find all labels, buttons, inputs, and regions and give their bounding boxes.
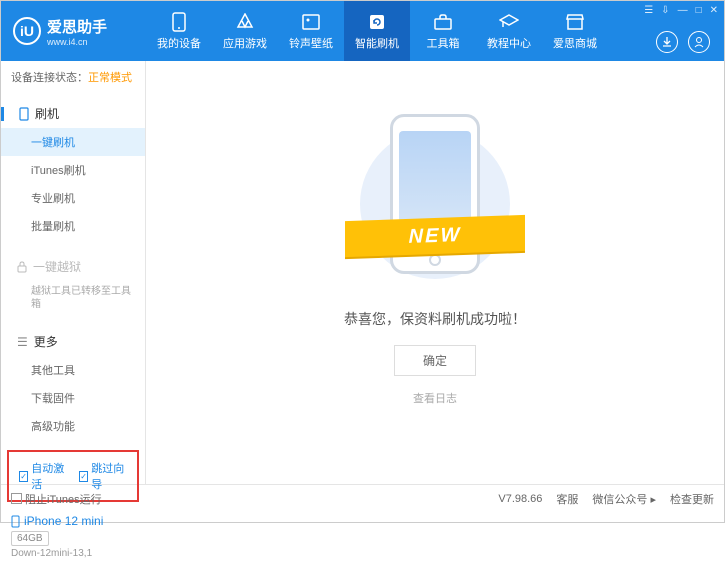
logo-area: iU 爱思助手 www.i4.cn — [1, 16, 146, 47]
sidebar-item-oneclick[interactable]: 一键刷机 — [1, 128, 145, 156]
app-logo-icon: iU — [13, 17, 41, 45]
user-button[interactable] — [688, 31, 710, 53]
refresh-icon — [367, 12, 387, 32]
app-name: 爱思助手 — [47, 16, 107, 37]
close-icon[interactable]: ✕ — [710, 5, 718, 16]
auto-activate-checkbox[interactable]: ✓自动激活 — [19, 460, 67, 492]
wechat-link[interactable]: 微信公众号 ▸ — [592, 491, 656, 507]
sidebar-more-title[interactable]: ☰ 更多 — [1, 327, 145, 356]
apps-icon — [235, 12, 255, 32]
toolbox-icon — [433, 12, 453, 32]
graduation-icon — [499, 12, 519, 32]
app-url: www.i4.cn — [47, 37, 107, 47]
nav-flash[interactable]: 智能刷机 — [344, 1, 410, 61]
maximize-icon[interactable]: □ — [696, 5, 702, 16]
success-message: 恭喜您，保资料刷机成功啦！ — [344, 309, 526, 329]
menu-small-icon: ☰ — [17, 335, 28, 349]
sidebar-flash-title[interactable]: 刷机 — [1, 99, 145, 128]
sidebar-item-advanced[interactable]: 高级功能 — [1, 412, 145, 440]
device-icon — [11, 515, 20, 528]
menu-icon[interactable]: ☰ — [644, 5, 653, 16]
sidebar-item-pro[interactable]: 专业刷机 — [1, 184, 145, 212]
support-link[interactable]: 客服 — [556, 491, 578, 507]
phone-illustration: NEW — [365, 109, 505, 289]
phone-icon — [169, 12, 189, 32]
lock-icon[interactable]: ⇩ — [661, 5, 669, 16]
sidebar-item-itunes[interactable]: iTunes刷机 — [1, 156, 145, 184]
nav-ringtones[interactable]: 铃声壁纸 — [278, 1, 344, 61]
device-info: iPhone 12 mini 64GB Down-12mini-13,1 — [1, 506, 145, 567]
device-storage: 64GB — [11, 531, 49, 546]
nav-tutorials[interactable]: 教程中心 — [476, 1, 542, 61]
header-actions — [656, 31, 710, 53]
nav-apps[interactable]: 应用游戏 — [212, 1, 278, 61]
minimize-icon[interactable]: — — [678, 5, 688, 16]
device-model: Down-12mini-13,1 — [11, 548, 135, 559]
new-ribbon: NEW — [345, 215, 525, 257]
jailbreak-note: 越狱工具已转移至工具箱 — [1, 281, 145, 315]
sidebar-item-batch[interactable]: 批量刷机 — [1, 212, 145, 240]
device-name[interactable]: iPhone 12 mini — [11, 514, 135, 528]
title-bar: iU 爱思助手 www.i4.cn 我的设备 应用游戏 铃声壁纸 智能刷机 工具… — [1, 1, 724, 61]
main-nav: 我的设备 应用游戏 铃声壁纸 智能刷机 工具箱 教程中心 爱思商城 — [146, 1, 608, 61]
store-icon — [565, 12, 585, 32]
version-label: V7.98.66 — [498, 493, 542, 505]
lock-small-icon — [17, 261, 27, 273]
update-link[interactable]: 检查更新 — [670, 491, 714, 507]
sidebar: 设备连接状态：正常模式 刷机 一键刷机 iTunes刷机 专业刷机 批量刷机 一… — [1, 61, 146, 484]
sidebar-item-firmware[interactable]: 下载固件 — [1, 384, 145, 412]
wallpaper-icon — [301, 12, 321, 32]
sidebar-item-other[interactable]: 其他工具 — [1, 356, 145, 384]
main-content: NEW 恭喜您，保资料刷机成功啦！ 确定 查看日志 — [146, 61, 724, 484]
sidebar-jailbreak-title[interactable]: 一键越狱 — [1, 252, 145, 281]
nav-my-device[interactable]: 我的设备 — [146, 1, 212, 61]
block-itunes-checkbox[interactable]: 阻止iTunes运行 — [11, 491, 102, 507]
nav-toolbox[interactable]: 工具箱 — [410, 1, 476, 61]
download-button[interactable] — [656, 31, 678, 53]
ok-button[interactable]: 确定 — [394, 345, 476, 376]
connection-status: 设备连接状态：正常模式 — [1, 61, 145, 93]
nav-store[interactable]: 爱思商城 — [542, 1, 608, 61]
window-controls: ☰ ⇩ — □ ✕ — [644, 5, 718, 16]
view-log-link[interactable]: 查看日志 — [413, 390, 457, 406]
skip-guide-checkbox[interactable]: ✓跳过向导 — [79, 460, 127, 492]
phone-small-icon — [19, 107, 29, 121]
